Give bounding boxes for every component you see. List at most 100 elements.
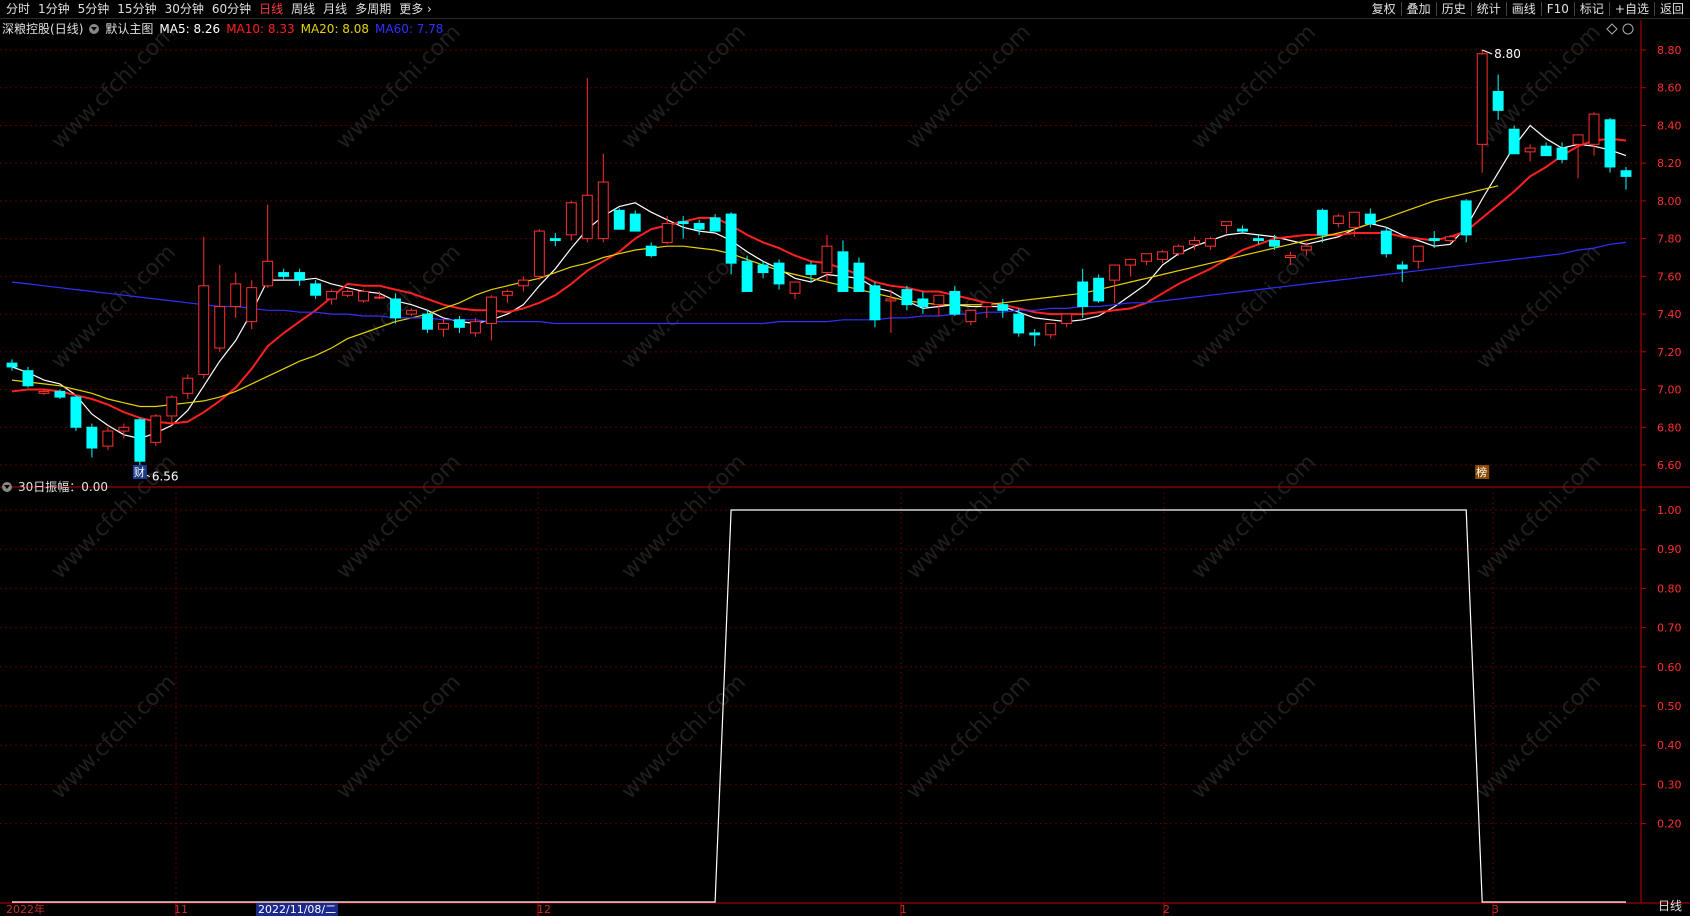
marker-cai: 财 — [134, 465, 145, 479]
candle-body-up — [821, 245, 833, 274]
candle-body-up — [198, 285, 210, 375]
candle-body-down — [1268, 240, 1280, 247]
candle-body-up — [1572, 134, 1584, 145]
ma-line-ma10 — [11, 137, 1627, 425]
candle-body-up — [1125, 258, 1137, 266]
watermark: www.cfchi.com — [47, 240, 181, 374]
sub-tick-label: 0.70 — [1657, 622, 1682, 635]
candle-body-down — [1013, 313, 1025, 334]
candle-body-up — [1157, 251, 1169, 260]
sub-panel-header: 30日振幅：0.00 — [2, 478, 114, 495]
candle-body-down — [278, 272, 290, 277]
candle-body-up — [485, 296, 497, 325]
amplitude-line — [12, 509, 1626, 903]
watermark: www.cfchi.com — [47, 20, 181, 154]
date-nov: 11 — [174, 903, 188, 916]
candle-body-down — [773, 262, 785, 285]
marker-bang: 榜 — [1476, 465, 1487, 479]
sub-tick-label: 1.00 — [1657, 504, 1682, 517]
candle-body-down — [853, 262, 865, 292]
candle-body-up — [1205, 238, 1216, 247]
candle-body-down — [1492, 91, 1504, 111]
template-dropdown-icon[interactable] — [89, 23, 100, 34]
ma5-label: MA5: 8.26 — [159, 21, 221, 36]
candle-body-up — [246, 287, 258, 323]
candle-body-up — [1300, 245, 1312, 251]
template-name[interactable]: 默认主图 — [105, 20, 153, 37]
watermark: www.cfchi.com — [617, 20, 751, 154]
indicator-dropdown-icon[interactable] — [2, 481, 12, 492]
main-tick-label: 8.00 — [1657, 195, 1682, 208]
candle-body-up — [565, 202, 577, 236]
candle-body-up — [469, 321, 481, 334]
main-tick-label: 6.60 — [1657, 459, 1682, 472]
watermark: www.cfchi.com — [1472, 450, 1606, 584]
candle-body-up — [1173, 245, 1185, 255]
candle-body-down — [1253, 238, 1264, 242]
candle-body-down — [6, 362, 18, 368]
date-mar: 3 — [1492, 903, 1499, 916]
main-tick-label: 8.40 — [1657, 119, 1682, 132]
candle-body-down — [949, 290, 961, 315]
date-jan: 1 — [900, 903, 907, 916]
low-label: 6.56 — [152, 470, 179, 484]
date-dec: 12 — [537, 903, 551, 916]
watermark: www.cfchi.com — [1187, 450, 1321, 584]
sub-tick-label: 0.40 — [1657, 739, 1682, 752]
candle-body-down — [294, 272, 306, 281]
candle-body-down — [1316, 209, 1328, 236]
candle-body-up — [262, 260, 274, 287]
candle-body-up — [1141, 253, 1153, 262]
main-tick-label: 7.80 — [1657, 233, 1682, 246]
high-label: 8.80 — [1494, 47, 1521, 61]
candle-body-up — [597, 181, 609, 240]
sub-tick-label: 0.80 — [1657, 582, 1682, 595]
candle-body-up — [1476, 53, 1488, 145]
candle-body-up — [533, 230, 545, 277]
sub-tick-label: 0.50 — [1657, 700, 1682, 713]
candle-body-down — [613, 209, 625, 230]
kline-chart[interactable]: 6.60 6.80 7.00 7.20 7.40 7.60 7.80 8.00 8.20 8.40… — [0, 0, 1690, 916]
stock-name[interactable]: 深粮控股 — [2, 20, 50, 37]
period-badge: 日线 — [1657, 899, 1682, 913]
candle-body-up — [374, 296, 385, 299]
candle-body-up — [581, 194, 593, 240]
candle-body-down — [1508, 128, 1520, 155]
candle-body-up — [1061, 313, 1073, 325]
ma20-label: MA20: 8.08 — [300, 21, 370, 36]
candle-body-up — [326, 290, 338, 300]
candle-body-down — [901, 289, 913, 306]
candle-body-up — [1189, 240, 1200, 245]
candle-body-down — [1620, 170, 1632, 177]
candle-body-up — [501, 290, 513, 296]
watermark: www.cfchi.com — [1187, 240, 1321, 374]
candle-body-down — [22, 370, 34, 387]
watermark: www.cfchi.com — [1472, 240, 1606, 374]
candle-body-up — [214, 306, 226, 349]
candle-body-down — [693, 223, 705, 230]
date-axis: 2022年 11 2022/11/08/二 12 1 2 3 — [0, 903, 1640, 916]
candle-body-up — [789, 281, 801, 294]
candle-body-down — [805, 264, 817, 275]
candle-body-down — [310, 283, 322, 296]
candle-body-up — [1045, 323, 1057, 336]
candle-body-down — [629, 213, 641, 232]
main-panel-header: 深粮控股 (日线) 默认主图 MA5: 8.26 MA10: 8.33 MA20… — [2, 20, 449, 37]
candle-body-down — [1604, 119, 1616, 168]
date-feb: 2 — [1163, 903, 1170, 916]
candle-body-down — [86, 426, 98, 449]
date-cursor: 2022/11/08/二 — [256, 903, 339, 916]
indicator-value[interactable]: 30日振幅：0.00 — [18, 478, 108, 495]
candle-body-up — [517, 279, 529, 287]
candle-body-down — [453, 319, 465, 328]
candle-body-up — [406, 309, 417, 315]
watermark: www.cfchi.com — [1187, 20, 1321, 154]
ma-line-ma5 — [11, 124, 1627, 440]
candle-body-up — [38, 390, 50, 394]
candle-body-up — [358, 290, 370, 302]
watermark: www.cfchi.com — [1472, 20, 1606, 154]
candle-body-down — [997, 304, 1009, 311]
candle-body-up — [342, 290, 354, 296]
candle-body-down — [1380, 230, 1392, 255]
candle-body-down — [1237, 228, 1248, 232]
